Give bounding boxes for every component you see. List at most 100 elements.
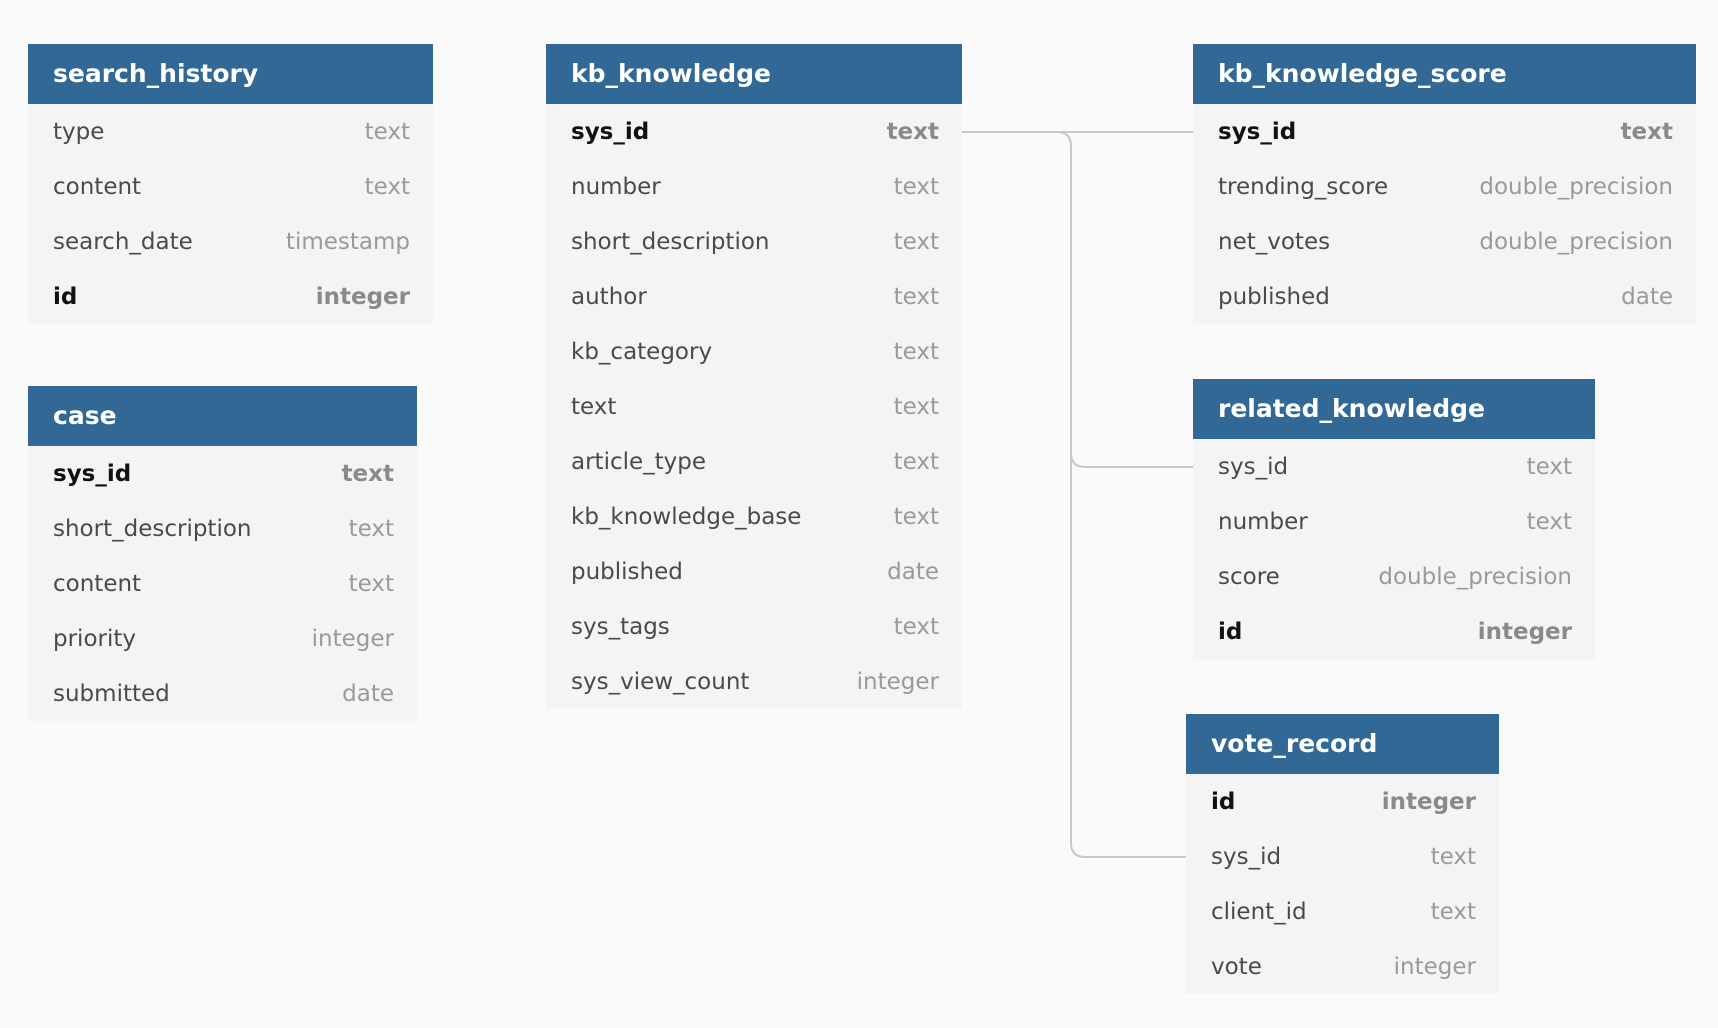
column-row[interactable]: client_id text bbox=[1186, 884, 1499, 939]
column-name: vote bbox=[1211, 953, 1262, 980]
column-name: id bbox=[53, 283, 78, 310]
column-name: id bbox=[1211, 788, 1236, 815]
column-type: text bbox=[893, 393, 939, 420]
column-name: text bbox=[571, 393, 617, 420]
column-name: kb_category bbox=[571, 338, 713, 365]
table-related_knowledge[interactable]: related_knowledge sys_id text number tex… bbox=[1193, 379, 1595, 659]
column-name: id bbox=[1218, 618, 1243, 645]
column-name: content bbox=[53, 570, 142, 597]
column-name: published bbox=[571, 558, 683, 585]
column-type: text bbox=[886, 118, 939, 145]
column-row-primary-key[interactable]: id integer bbox=[28, 269, 433, 324]
table-title[interactable]: related_knowledge bbox=[1193, 379, 1595, 439]
column-row-primary-key[interactable]: id integer bbox=[1186, 774, 1499, 829]
column-type: date bbox=[342, 680, 394, 707]
column-row[interactable]: type text bbox=[28, 104, 433, 159]
column-row[interactable]: number text bbox=[546, 159, 962, 214]
column-type: text bbox=[348, 515, 394, 542]
column-type: text bbox=[893, 503, 939, 530]
column-name: sys_id bbox=[1218, 453, 1289, 480]
table-case[interactable]: case sys_id text short_description text … bbox=[28, 386, 417, 721]
column-name: priority bbox=[53, 625, 136, 652]
column-row[interactable]: author text bbox=[546, 269, 962, 324]
column-row[interactable]: published date bbox=[1193, 269, 1696, 324]
table-title[interactable]: kb_knowledge_score bbox=[1193, 44, 1696, 104]
column-row[interactable]: net_votes double_precision bbox=[1193, 214, 1696, 269]
column-row[interactable]: trending_score double_precision bbox=[1193, 159, 1696, 214]
column-name: type bbox=[53, 118, 105, 145]
column-row[interactable]: vote integer bbox=[1186, 939, 1499, 994]
relation-kb_knowledge-vote_record bbox=[1070, 453, 1186, 858]
column-name: trending_score bbox=[1218, 173, 1389, 200]
table-title[interactable]: kb_knowledge bbox=[546, 44, 962, 104]
table-title[interactable]: case bbox=[28, 386, 417, 446]
column-row[interactable]: score double_precision bbox=[1193, 549, 1595, 604]
column-type: text bbox=[893, 338, 939, 365]
column-name: published bbox=[1218, 283, 1330, 310]
table-kb_knowledge_score[interactable]: kb_knowledge_score sys_id text trending_… bbox=[1193, 44, 1696, 324]
column-type: date bbox=[887, 558, 939, 585]
column-type: text bbox=[341, 460, 394, 487]
column-type: text bbox=[1430, 898, 1476, 925]
column-name: net_votes bbox=[1218, 228, 1331, 255]
column-row[interactable]: published date bbox=[546, 544, 962, 599]
table-vote_record[interactable]: vote_record id integer sys_id text clien… bbox=[1186, 714, 1499, 994]
column-row[interactable]: sys_id text bbox=[1193, 439, 1595, 494]
column-type: text bbox=[364, 118, 410, 145]
column-type: timestamp bbox=[285, 228, 410, 255]
column-type: text bbox=[1526, 453, 1572, 480]
column-row[interactable]: sys_tags text bbox=[546, 599, 962, 654]
column-type: text bbox=[364, 173, 410, 200]
column-type: double_precision bbox=[1479, 173, 1673, 200]
column-name: kb_knowledge_base bbox=[571, 503, 802, 530]
column-row[interactable]: short_description text bbox=[28, 501, 417, 556]
column-name: client_id bbox=[1211, 898, 1307, 925]
column-name: sys_id bbox=[571, 118, 650, 145]
column-row[interactable]: kb_category text bbox=[546, 324, 962, 379]
table-search_history[interactable]: search_history type text content text se… bbox=[28, 44, 433, 324]
column-row-primary-key[interactable]: sys_id text bbox=[1193, 104, 1696, 159]
column-type: integer bbox=[856, 668, 939, 695]
table-title[interactable]: search_history bbox=[28, 44, 433, 104]
column-type: text bbox=[1430, 843, 1476, 870]
column-name: search_date bbox=[53, 228, 193, 255]
column-type: integer bbox=[311, 625, 394, 652]
column-name: article_type bbox=[571, 448, 707, 475]
column-row[interactable]: priority integer bbox=[28, 611, 417, 666]
column-row[interactable]: search_date timestamp bbox=[28, 214, 433, 269]
column-row[interactable]: content text bbox=[28, 159, 433, 214]
column-type: text bbox=[893, 228, 939, 255]
column-name: number bbox=[571, 173, 661, 200]
column-type: integer bbox=[315, 283, 410, 310]
column-row-primary-key[interactable]: sys_id text bbox=[28, 446, 417, 501]
column-type: text bbox=[893, 613, 939, 640]
column-row-primary-key[interactable]: sys_id text bbox=[546, 104, 962, 159]
column-row[interactable]: sys_view_count integer bbox=[546, 654, 962, 709]
column-type: text bbox=[893, 448, 939, 475]
column-name: submitted bbox=[53, 680, 170, 707]
column-type: text bbox=[1526, 508, 1572, 535]
column-name: score bbox=[1218, 563, 1280, 590]
column-row[interactable]: text text bbox=[546, 379, 962, 434]
table-kb_knowledge[interactable]: kb_knowledge sys_id text number text sho… bbox=[546, 44, 962, 709]
column-type: integer bbox=[1477, 618, 1572, 645]
column-row-primary-key[interactable]: id integer bbox=[1193, 604, 1595, 659]
column-row[interactable]: kb_knowledge_base text bbox=[546, 489, 962, 544]
column-row[interactable]: content text bbox=[28, 556, 417, 611]
table-title[interactable]: vote_record bbox=[1186, 714, 1499, 774]
column-row[interactable]: article_type text bbox=[546, 434, 962, 489]
column-type: date bbox=[1621, 283, 1673, 310]
column-row[interactable]: submitted date bbox=[28, 666, 417, 721]
column-name: author bbox=[571, 283, 647, 310]
relation-kb_knowledge-related_knowledge bbox=[962, 131, 1193, 468]
column-type: double_precision bbox=[1378, 563, 1572, 590]
column-name: short_description bbox=[53, 515, 252, 542]
column-type: text bbox=[893, 283, 939, 310]
column-name: short_description bbox=[571, 228, 770, 255]
column-row[interactable]: sys_id text bbox=[1186, 829, 1499, 884]
column-type: text bbox=[893, 173, 939, 200]
column-name: sys_view_count bbox=[571, 668, 750, 695]
column-row[interactable]: short_description text bbox=[546, 214, 962, 269]
column-row[interactable]: number text bbox=[1193, 494, 1595, 549]
column-name: content bbox=[53, 173, 142, 200]
